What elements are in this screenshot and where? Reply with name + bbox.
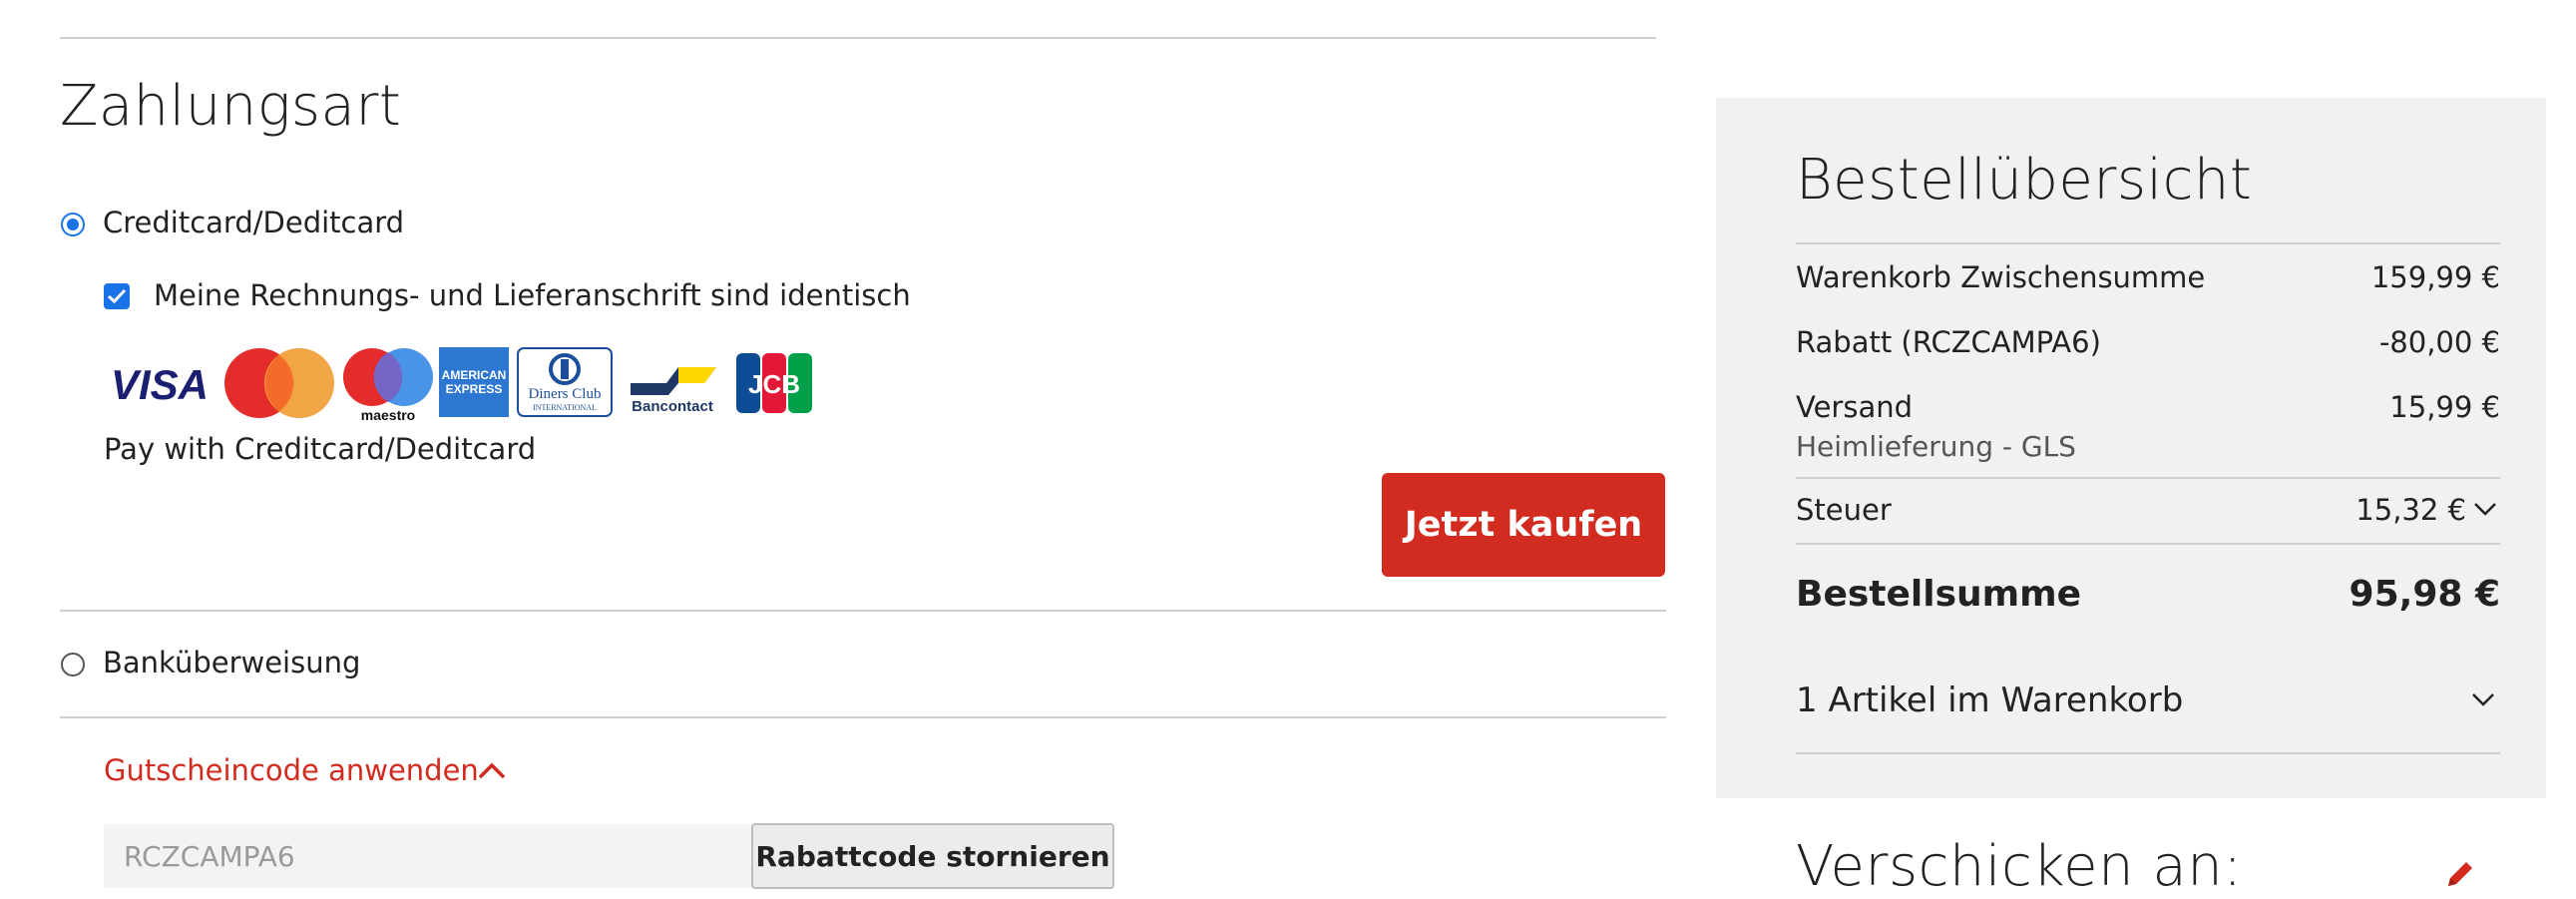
- cart-items-toggle[interactable]: 1 Artikel im Warenkorb: [1796, 680, 2183, 720]
- radio-creditcard-label[interactable]: Creditcard/Deditcard: [103, 206, 404, 239]
- payment-title: Zahlungsart: [60, 74, 402, 139]
- order-summary-panel: Bestellübersicht Warenkorb Zwischensumme…: [1716, 98, 2546, 798]
- diners-text: Diners Club: [529, 386, 602, 402]
- maestro-text: maestro: [361, 407, 415, 423]
- coupon-code-input[interactable]: [104, 824, 752, 888]
- diners-subtext: INTERNATIONAL: [533, 403, 597, 412]
- subtotal-value: 159,99 €: [2370, 260, 2500, 294]
- billing-same-label[interactable]: Meine Rechnungs- und Lieferanschrift sin…: [154, 278, 911, 312]
- payment-divider-2: [60, 716, 1666, 718]
- summary-divider-1: [1796, 242, 2500, 244]
- mastercard-logo: [221, 347, 337, 419]
- shipping-method: Heimlieferung - GLS: [1796, 430, 2076, 463]
- shipping-value: 15,99 €: [2389, 390, 2500, 424]
- radio-creditcard[interactable]: [61, 213, 85, 236]
- order-total-label: Bestellsumme: [1796, 574, 2082, 615]
- tax-value: 15,32 €: [2356, 493, 2466, 527]
- cart-chevron-down-icon[interactable]: [2470, 690, 2496, 712]
- visa-logo: VISA: [104, 359, 215, 409]
- bancontact-logo: Bancontact: [627, 353, 720, 417]
- maestro-logo: maestro: [341, 347, 435, 423]
- summary-divider-2: [1796, 477, 2500, 479]
- shipping-label: Versand: [1796, 390, 1914, 424]
- summary-divider-3: [1796, 543, 2500, 545]
- checkmark-icon: [107, 288, 127, 304]
- amex-text-top: AMERICAN: [442, 368, 507, 382]
- visa-text: VISA: [111, 361, 209, 408]
- discount-value: -80,00 €: [2378, 325, 2500, 359]
- chevron-up-icon[interactable]: [477, 758, 507, 786]
- amex-logo: AMERICAN EXPRESS: [439, 347, 509, 417]
- buy-now-button[interactable]: Jetzt kaufen: [1382, 473, 1665, 577]
- pay-with-text: Pay with Creditcard/Deditcard: [104, 432, 537, 466]
- radio-bank-transfer[interactable]: [61, 653, 85, 676]
- amex-text-bottom: EXPRESS: [446, 382, 503, 396]
- top-divider: [60, 37, 1656, 39]
- edit-pencil-icon[interactable]: [2442, 856, 2478, 896]
- radio-bank-transfer-label[interactable]: Banküberweisung: [103, 646, 360, 679]
- order-total-value: 95,98 €: [2349, 574, 2500, 615]
- tax-label: Steuer: [1796, 493, 1892, 527]
- billing-same-checkbox[interactable]: [104, 283, 130, 309]
- diners-logo: Diners Club INTERNATIONAL: [517, 347, 613, 417]
- discount-label: Rabatt (RCZCAMPA6): [1796, 325, 2101, 359]
- cancel-coupon-button[interactable]: Rabattcode stornieren: [751, 823, 1114, 889]
- summary-title: Bestellübersicht: [1796, 148, 2253, 213]
- tax-chevron-down-icon[interactable]: [2472, 500, 2498, 522]
- jcb-logo: JCB: [736, 353, 812, 413]
- payment-divider-1: [60, 610, 1666, 612]
- jcb-text: JCB: [748, 369, 800, 399]
- bancontact-text: Bancontact: [632, 398, 713, 415]
- coupon-toggle[interactable]: Gutscheincode anwenden: [104, 753, 479, 787]
- ship-to-title: Verschicken an:: [1796, 834, 2243, 899]
- summary-divider-4: [1796, 752, 2500, 754]
- subtotal-label: Warenkorb Zwischensumme: [1796, 260, 2206, 294]
